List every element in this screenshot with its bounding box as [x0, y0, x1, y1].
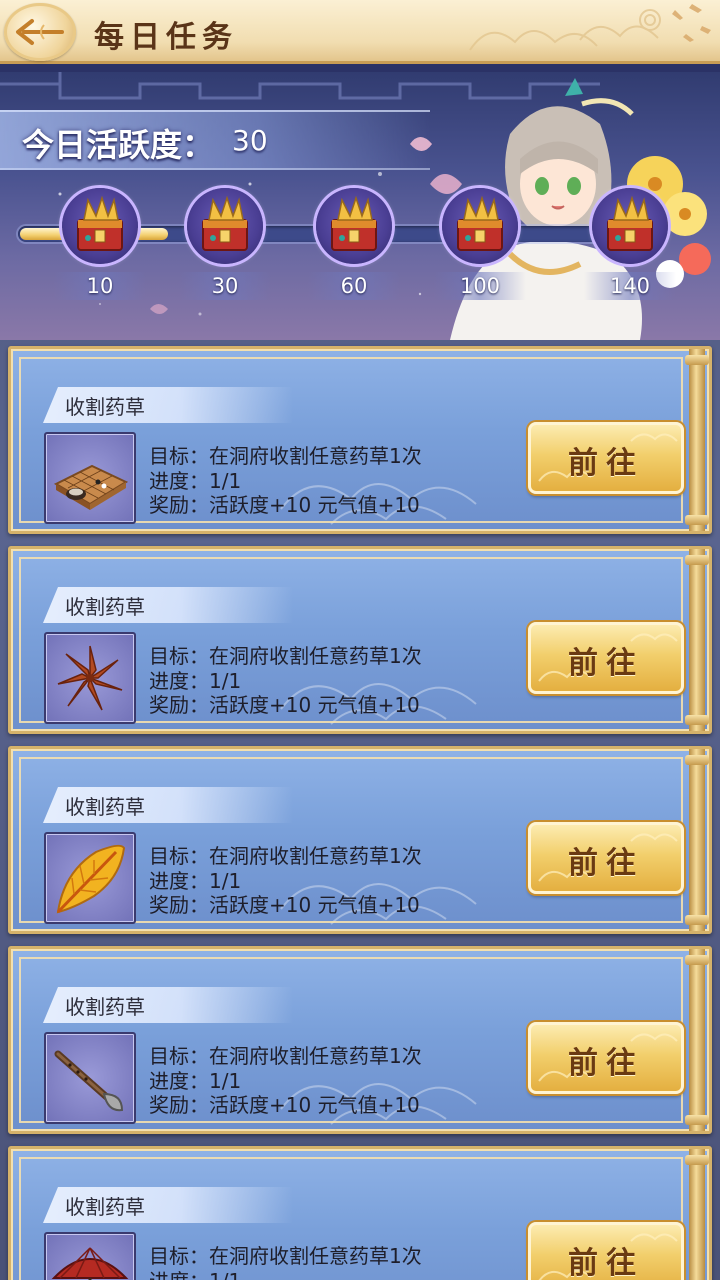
milestone: 100: [434, 188, 526, 308]
scroll-pole-decoration: [689, 949, 705, 1131]
pole-knob-decoration: [685, 755, 709, 765]
task-card: 收割药草 目标：在洞府收割任意药草1次 进度：1/1 奖励：活跃度+10 元气值…: [8, 746, 712, 934]
pole-knob-decoration: [685, 915, 709, 925]
go-button-label: 前往: [568, 646, 644, 681]
milestone: 10: [54, 188, 146, 308]
go-button-label: 前往: [568, 1046, 644, 1081]
task-reward: 奖励：活跃度+10 元气值+10: [149, 693, 420, 717]
task-name: 收割药草: [65, 995, 145, 1019]
go-button[interactable]: 前往: [528, 822, 684, 894]
back-arrow-icon: [16, 19, 64, 45]
go-button[interactable]: 前往: [528, 422, 684, 494]
pole-knob-decoration: [685, 355, 709, 365]
reward-chest-icon: [77, 195, 123, 251]
milestone: 60: [308, 188, 400, 308]
milestone-value: 30: [211, 274, 239, 298]
daily-tasks-screen: 每日任务 今日活跃度： 30 10 30 60 100 140 收割药草 目标：…: [0, 0, 720, 1280]
milestone-reward-button[interactable]: [442, 188, 518, 264]
task-item-icon-frame: [44, 832, 136, 924]
milestone-reward-button[interactable]: [592, 188, 668, 264]
pole-knob-decoration: [685, 1115, 709, 1125]
task-name: 收割药草: [65, 395, 145, 419]
scroll-pole-decoration: [689, 1149, 705, 1280]
activity-label: 今日活跃度：: [22, 126, 215, 164]
page-title: 每日任务: [94, 20, 238, 55]
pole-knob-decoration: [685, 515, 709, 525]
task-item-icon-frame: [44, 1232, 136, 1280]
scroll-pole-decoration: [689, 349, 705, 531]
task-reward: 奖励：活跃度+10 元气值+10: [149, 893, 420, 917]
activity-value: 30: [232, 124, 268, 157]
milestone: 140: [584, 188, 676, 308]
task-item-icon-frame: [44, 432, 136, 524]
task-name: 收割药草: [65, 595, 145, 619]
cloud-pattern-decoration: [469, 4, 711, 51]
task-card: 收割药草 目标：在洞府收割任意药草1次 进度：1/1 奖励：活跃度+10 元气值…: [8, 946, 712, 1134]
go-button-label: 前往: [568, 1246, 644, 1280]
pole-knob-decoration: [685, 715, 709, 725]
task-name: 收割药草: [65, 1195, 145, 1219]
task-reward: 奖励：活跃度+10 元气值+10: [149, 1093, 420, 1117]
milestone-reward-button[interactable]: [187, 188, 263, 264]
task-item-icon-frame: [44, 632, 136, 724]
scroll-pole-decoration: [689, 749, 705, 931]
task-card: 收割药草 目标：在洞府收割任意药草1次 进度：1/1 前往: [8, 1146, 712, 1280]
task-name: 收割药草: [65, 795, 145, 819]
task-card: 收割药草 目标：在洞府收割任意药草1次 进度：1/1 奖励：活跃度+10 元气值…: [8, 346, 712, 534]
star-anise-icon: [57, 645, 123, 711]
milestone-value: 100: [459, 274, 501, 298]
milestone-value: 10: [86, 274, 114, 298]
pole-knob-decoration: [685, 955, 709, 965]
activity-label-strip: 今日活跃度： 30: [0, 110, 430, 170]
go-button-label: 前往: [568, 446, 644, 481]
pole-knob-decoration: [685, 1155, 709, 1165]
milestone-reward-button[interactable]: [316, 188, 392, 264]
milestone-value: 60: [340, 274, 368, 298]
golden-leaf-icon: [56, 844, 126, 914]
top-bar: 每日任务: [0, 0, 720, 64]
task-list: 收割药草 目标：在洞府收割任意药草1次 进度：1/1 奖励：活跃度+10 元气值…: [0, 340, 720, 1280]
task-progress: 进度：1/1: [149, 1265, 241, 1280]
scroll-pole-decoration: [689, 549, 705, 731]
task-card: 收割药草 目标：在洞府收割任意药草1次 进度：1/1 奖励：活跃度+10 元气值…: [8, 546, 712, 734]
activity-banner: 今日活跃度： 30 10 30 60 100 140: [0, 64, 720, 340]
go-button[interactable]: 前往: [528, 1222, 684, 1280]
milestone-reward-button[interactable]: [62, 188, 138, 264]
go-button[interactable]: 前往: [528, 1022, 684, 1094]
task-reward: 奖励：活跃度+10 元气值+10: [149, 493, 420, 517]
milestone: 30: [179, 188, 271, 308]
reward-chest-icon: [202, 195, 248, 251]
reward-chest-icon: [457, 195, 503, 251]
go-button-label: 前往: [568, 846, 644, 881]
reward-chest-icon: [607, 195, 653, 251]
pole-knob-decoration: [685, 555, 709, 565]
go-button[interactable]: 前往: [528, 622, 684, 694]
back-button[interactable]: [4, 3, 76, 61]
flute-icon: [54, 1050, 124, 1112]
milestone-value: 140: [609, 274, 651, 298]
reward-chest-icon: [331, 195, 377, 251]
task-item-icon-frame: [44, 1032, 136, 1124]
umbrella-icon: [51, 1247, 129, 1280]
go-board-icon: [53, 464, 129, 510]
